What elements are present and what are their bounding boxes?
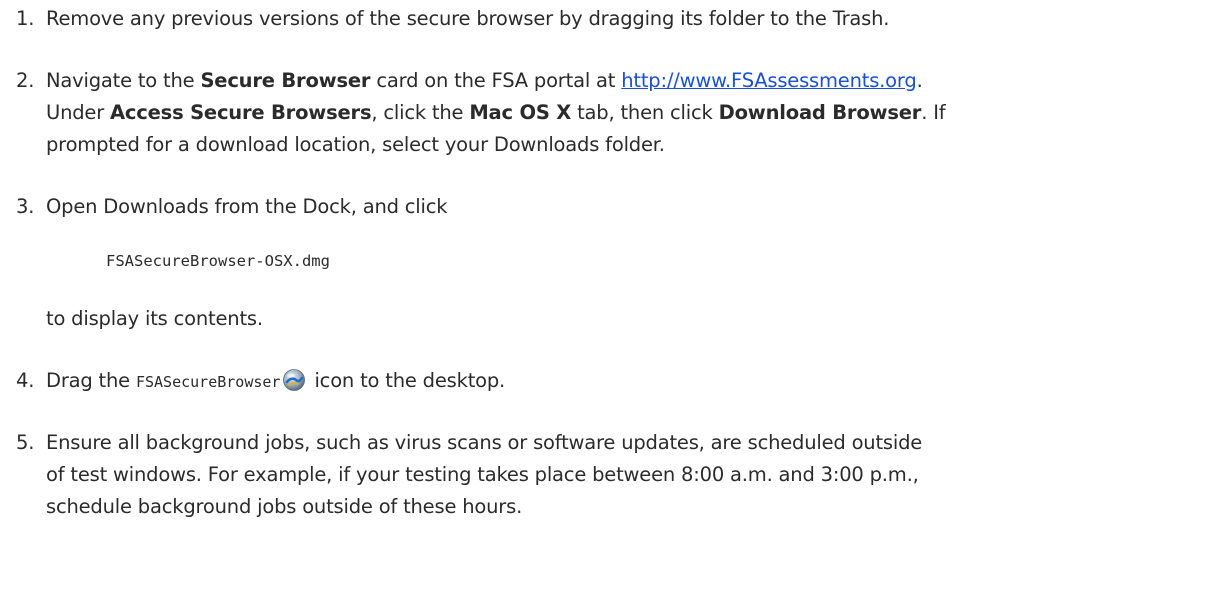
step-text: schedule background jobs outside of thes…: [46, 495, 523, 518]
step-text: to display its contents.: [46, 307, 263, 330]
dmg-filename: FSASecureBrowser-OSX.dmg: [106, 252, 330, 270]
download-browser-label: Download Browser: [718, 101, 922, 124]
step-text: icon to the desktop.: [308, 369, 506, 392]
step-2-line-2: Under Access Secure Browsers, click the …: [46, 97, 946, 129]
step-number: 3.: [16, 195, 35, 218]
secure-browser-label: Secure Browser: [200, 69, 371, 92]
step-5-line-3: schedule background jobs outside of thes…: [46, 491, 522, 523]
step-2: 2. Navigate to the Secure Browser card on…: [16, 65, 1232, 97]
step-text: Navigate to the: [46, 69, 201, 92]
step-number: 1.: [16, 7, 35, 30]
step-text: Ensure all background jobs, such as viru…: [46, 431, 923, 454]
step-3-line-3: to display its contents.: [46, 303, 263, 335]
step-text: tab, then click: [571, 101, 719, 124]
step-5-line-2: of test windows. For example, if your te…: [46, 459, 919, 491]
fsa-portal-link[interactable]: http://www.FSAssessments.org: [621, 69, 917, 92]
step-text: Open Downloads from the Dock, and click: [46, 195, 448, 218]
step-number: 5.: [16, 431, 35, 454]
access-secure-browsers-label: Access Secure Browsers: [110, 101, 372, 124]
instructions-document: 1. Remove any previous versions of the se…: [0, 0, 1232, 615]
step-5: 5. Ensure all background jobs, such as vi…: [16, 427, 1232, 459]
step-3: 3. Open Downloads from the Dock, and clic…: [16, 191, 1232, 223]
mac-os-x-label: Mac OS X: [469, 101, 572, 124]
step-text: . If: [921, 101, 946, 124]
step-2-line-3: prompted for a download location, select…: [46, 129, 665, 161]
fsa-secure-browser-icon: [283, 369, 306, 391]
step-number: 2.: [16, 69, 35, 92]
step-number: 4.: [16, 369, 35, 392]
app-name-code: FSASecureBrowser: [135, 373, 281, 391]
step-text: prompted for a download location, select…: [46, 133, 665, 156]
step-text: .: [916, 69, 923, 92]
step-text: , click the: [371, 101, 470, 124]
step-text: Drag the: [46, 369, 136, 392]
step-text: of test windows. For example, if your te…: [46, 463, 919, 486]
step-4: 4. Drag the FSASecureBrowser icon to the …: [16, 365, 1232, 398]
step-text: Under: [46, 101, 111, 124]
step-1: 1. Remove any previous versions of the se…: [16, 3, 1232, 35]
step-text: Remove any previous versions of the secu…: [46, 7, 890, 30]
step-text: card on the FSA portal at: [370, 69, 622, 92]
